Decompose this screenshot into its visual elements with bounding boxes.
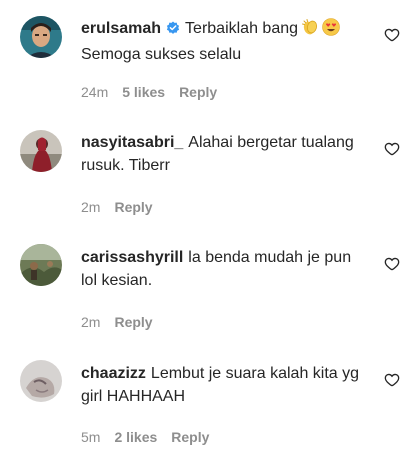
comment-timestamp[interactable]: 2m xyxy=(81,314,100,330)
comment-meta: 2m Reply xyxy=(81,313,167,331)
comment-text: nasyitasabri_ Alahai bergetar tualang rus… xyxy=(81,131,371,177)
verified-badge-icon xyxy=(166,19,180,42)
comment-username[interactable]: nasyitasabri_ xyxy=(81,134,183,151)
comment-meta: 5m 2 likes Reply xyxy=(81,428,223,446)
comment-username[interactable]: chaazizz xyxy=(81,365,146,382)
comment-likes-count[interactable]: 2 likes xyxy=(114,429,157,445)
reply-button[interactable]: Reply xyxy=(179,84,217,100)
comment-text: chaazizz Lembut je suara kalah kita yg gi… xyxy=(81,362,371,408)
like-heart-icon[interactable] xyxy=(384,372,400,388)
avatar[interactable] xyxy=(20,360,62,402)
reply-button[interactable]: Reply xyxy=(114,199,152,215)
comment-timestamp[interactable]: 24m xyxy=(81,84,108,100)
comment-meta: 2m Reply xyxy=(81,198,167,216)
comment-likes-count[interactable]: 5 likes xyxy=(122,84,165,100)
comment-text: erulsamah Terbaiklah bang Semoga sukses s… xyxy=(81,17,371,66)
reply-button[interactable]: Reply xyxy=(171,429,209,445)
reply-button[interactable]: Reply xyxy=(114,314,152,330)
avatar[interactable] xyxy=(20,244,62,286)
like-heart-icon[interactable] xyxy=(384,141,400,157)
comment-username[interactable]: erulsamah xyxy=(81,20,161,37)
comment-text: carissashyrill la benda mudah je pun lol … xyxy=(81,246,371,292)
clapping-hands-icon xyxy=(301,18,319,43)
comment-body-line-2: Semoga sukses selalu xyxy=(81,46,242,63)
comment-meta: 24m 5 likes Reply xyxy=(81,83,231,101)
comment-timestamp[interactable]: 2m xyxy=(81,199,100,215)
like-heart-icon[interactable] xyxy=(384,27,400,43)
comment-body-line-1: Terbaiklah bang xyxy=(185,20,299,37)
comment-username[interactable]: carissashyrill xyxy=(81,249,183,266)
avatar[interactable] xyxy=(20,130,62,172)
comment-timestamp[interactable]: 5m xyxy=(81,429,100,445)
avatar[interactable] xyxy=(20,16,62,58)
like-heart-icon[interactable] xyxy=(384,256,400,272)
heart-eyes-icon xyxy=(322,18,340,43)
